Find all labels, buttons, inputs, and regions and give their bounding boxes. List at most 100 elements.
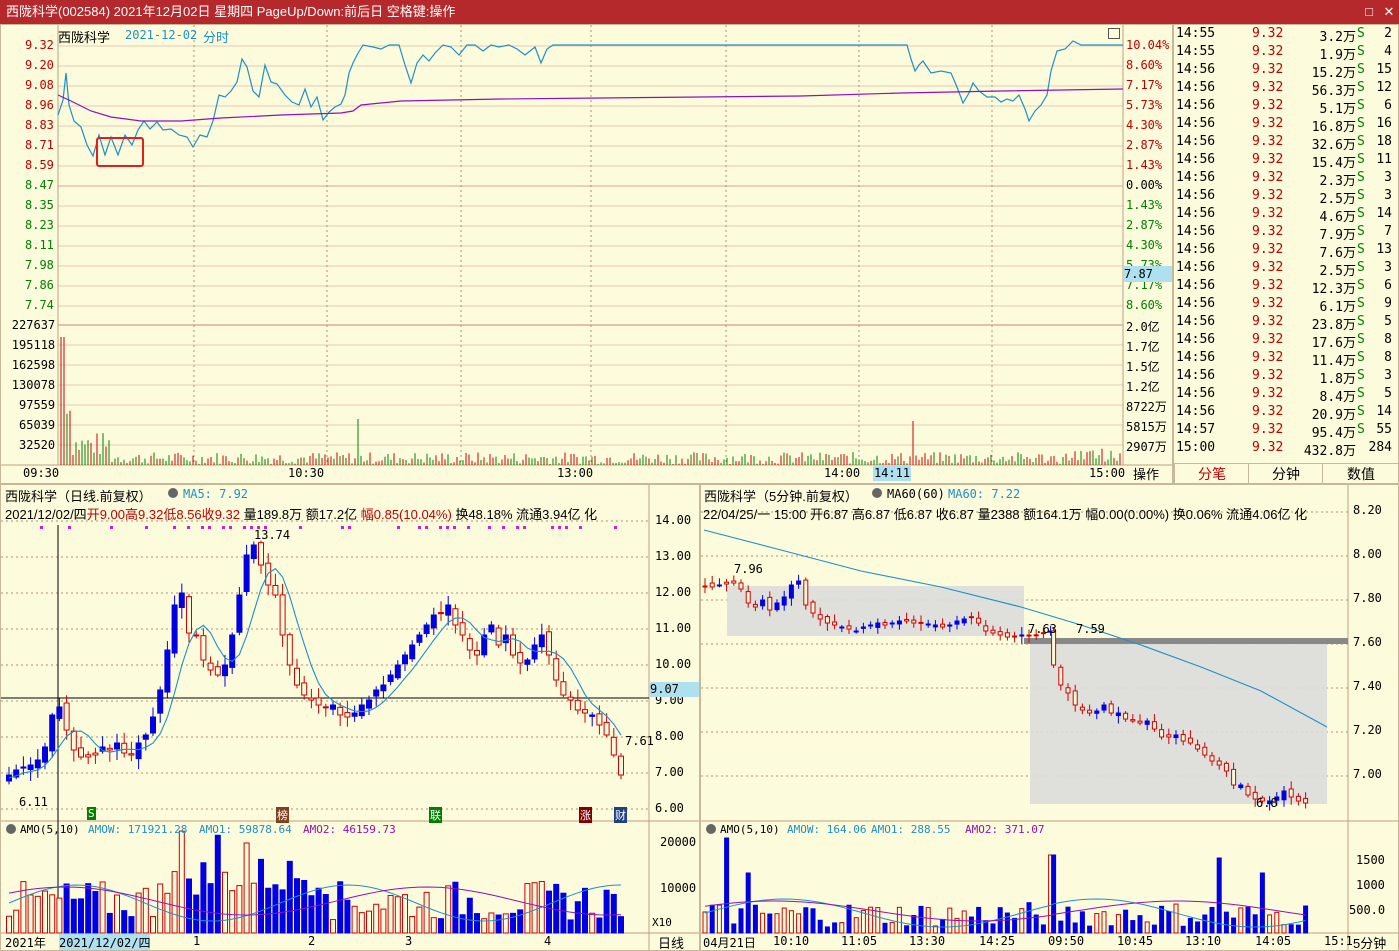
amo-bar xyxy=(258,858,264,934)
trade-side: S xyxy=(1357,26,1365,41)
min5-indicator-icon[interactable] xyxy=(872,488,882,498)
trade-side: S xyxy=(1357,170,1365,185)
candle-body xyxy=(817,614,823,620)
intraday-chart[interactable] xyxy=(1,25,1173,484)
amo-bar xyxy=(961,910,967,934)
amo-bar xyxy=(1173,903,1179,934)
min5-time-tick: 15:1 xyxy=(1324,934,1353,948)
tab-ticks[interactable]: 分笔 xyxy=(1174,463,1249,483)
volume-tick: 227637 xyxy=(11,318,56,332)
minute-kline-panel[interactable]: 西陇科学（5分钟.前复权） MA60(60) MA60: 7.22 22/04/… xyxy=(700,484,1399,951)
daily-kline-chart[interactable] xyxy=(1,485,700,951)
restore-button[interactable]: □ xyxy=(1358,0,1380,24)
amo-bar xyxy=(142,887,149,934)
candle-body xyxy=(1180,734,1186,742)
panel-toggle-icon[interactable] xyxy=(1108,28,1120,39)
candle-body xyxy=(954,620,960,625)
amo-bar xyxy=(380,908,387,934)
min5-info-line: 22/04/25/一 15:00 开6.87 高6.87 低6.87 收6.87… xyxy=(703,507,1308,522)
signal-dot xyxy=(222,526,225,529)
minute-kline-chart[interactable] xyxy=(701,485,1399,951)
ops-button[interactable]: 操作 xyxy=(1133,464,1159,483)
amo-bar xyxy=(767,913,773,934)
amo-settings-icon[interactable] xyxy=(6,824,16,834)
indicator-settings-icon[interactable] xyxy=(168,488,178,498)
trade-time: 14:56 xyxy=(1176,134,1216,149)
candle-body xyxy=(911,619,917,624)
candle-body xyxy=(1137,720,1143,724)
amo-bar xyxy=(13,909,20,934)
candle-body xyxy=(49,714,56,752)
trade-volume: 432.8万 xyxy=(1303,444,1356,459)
candle-body xyxy=(344,712,351,718)
candle-body xyxy=(531,644,538,660)
min5-price-tick: 8.20 xyxy=(1353,503,1382,517)
signal-dot xyxy=(516,526,519,529)
amo-bar xyxy=(990,923,996,934)
trade-volume: 1.8万 xyxy=(1319,372,1356,387)
trade-volume: 4.6万 xyxy=(1319,210,1356,225)
signal-dot xyxy=(229,526,232,529)
amo-bar xyxy=(121,910,128,934)
close-button[interactable]: ✕ xyxy=(1378,0,1399,24)
trade-volume: 11.4万 xyxy=(1311,354,1356,369)
candle-body xyxy=(106,747,113,751)
candle-body xyxy=(997,631,1003,636)
amo-bar xyxy=(308,895,315,934)
intraday-chart-panel[interactable]: 西陇科学 2021-12-02 分时 9.32 9.20 9.08 8.96 8.83 8… xyxy=(0,24,1173,484)
trade-time: 14:56 xyxy=(1176,296,1216,311)
candle-body xyxy=(745,591,751,604)
min5-time-tick: 14:25 xyxy=(979,934,1016,948)
candle-body xyxy=(330,704,336,710)
candle-body xyxy=(1223,762,1229,772)
daily-price-tick: 7.00 xyxy=(655,765,684,779)
trade-side: S xyxy=(1357,62,1365,77)
min5-amo-1: AMO1: 288.55 xyxy=(871,823,951,836)
volume-tick: 8722万 xyxy=(1126,400,1167,414)
info-turnover: 换48.18% xyxy=(455,507,513,522)
percent-tick: 4.30% xyxy=(1126,118,1163,132)
amo-bar xyxy=(20,881,27,934)
period-5min-button[interactable]: 5分钟 xyxy=(1353,933,1386,950)
candle-body xyxy=(121,742,128,754)
min5-low-label: 6.8 xyxy=(1256,796,1278,810)
price-tick: 9.32 xyxy=(25,38,54,52)
signal-dot xyxy=(243,526,246,529)
price-tick: 8.96 xyxy=(25,98,54,112)
candle-body xyxy=(474,649,480,656)
period-daily-button[interactable]: 日线 xyxy=(658,933,684,950)
min5-time-tick: 10:45 xyxy=(1117,934,1154,948)
amo-bar xyxy=(810,908,816,934)
candle-body xyxy=(810,601,816,614)
trade-row: 14:56 9.32 7.6万 S 13 xyxy=(1174,242,1398,261)
amo-bar xyxy=(1267,914,1273,934)
tab-value[interactable]: 数值 xyxy=(1322,463,1398,483)
price-tick: 8.23 xyxy=(25,218,54,232)
amo-bar xyxy=(738,908,744,934)
amo-bar xyxy=(702,911,708,934)
min5-amo-icon[interactable] xyxy=(706,824,716,834)
signal-dot xyxy=(173,526,176,529)
trade-count: 2 xyxy=(1384,26,1392,41)
trade-side: S xyxy=(1357,44,1365,59)
amo-bar xyxy=(466,897,473,934)
trade-count: 55 xyxy=(1376,422,1392,437)
percent-tick: 10.04% xyxy=(1126,38,1170,52)
tab-minute[interactable]: 分钟 xyxy=(1248,463,1323,483)
trade-row: 14:56 9.32 4.6万 S 14 xyxy=(1174,206,1398,225)
candle-body xyxy=(502,634,509,644)
min5-amo-w: AMOW: 164.06 xyxy=(787,823,867,836)
amo-bar xyxy=(731,923,737,934)
daily-price-tick: 10.00 xyxy=(655,657,692,671)
candle-body xyxy=(1173,734,1179,739)
trade-price: 9.32 xyxy=(1252,422,1284,437)
amo-bar xyxy=(6,915,12,934)
amo-bar xyxy=(27,894,34,934)
min5-time-tick: 04月21日 xyxy=(703,936,756,950)
amo-bar xyxy=(171,871,178,934)
amo-w: AMOW: 171921.28 xyxy=(88,823,188,836)
daily-kline-panel[interactable]: 西陇科学（日线.前复权） MA5: 7.92 2021/12/02/四开9.00… xyxy=(0,484,700,951)
amo-bar xyxy=(265,887,272,934)
percent-tick: 8.60% xyxy=(1126,298,1163,312)
candle-body xyxy=(560,681,567,696)
